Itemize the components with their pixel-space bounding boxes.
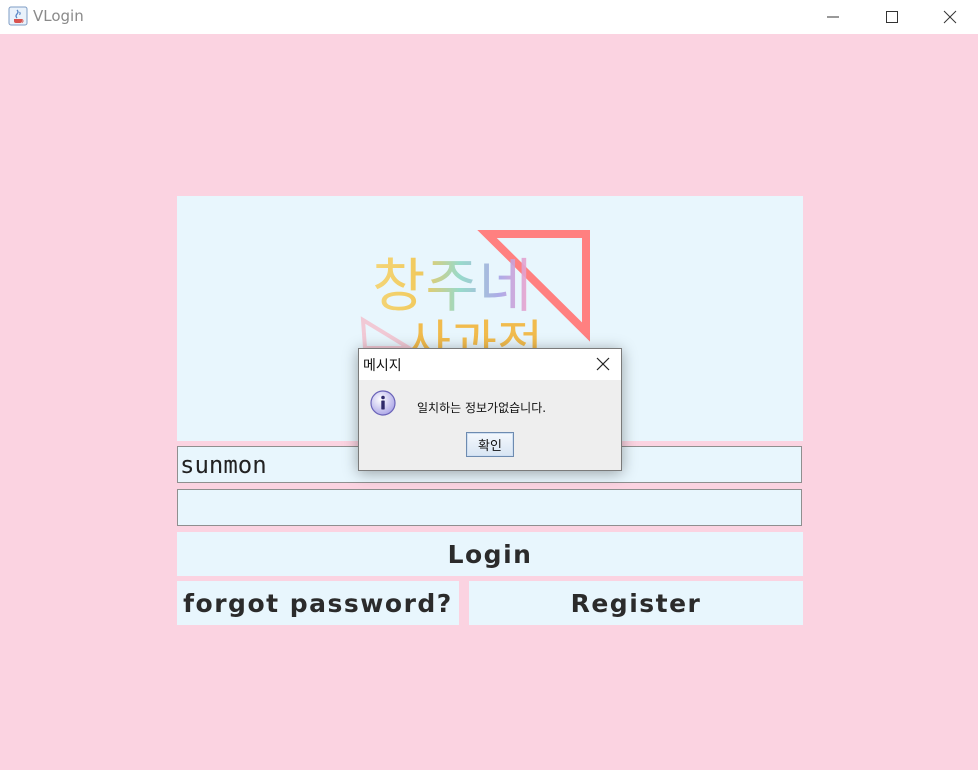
maximize-icon (886, 11, 898, 23)
message-dialog: 메시지 일치하는 정보가없습니다. 확인 (358, 348, 622, 471)
logo-text-line1: 창주네 (372, 252, 532, 320)
minimize-button[interactable] (804, 0, 862, 34)
close-window-button[interactable] (921, 0, 978, 34)
close-icon (943, 10, 957, 24)
ok-button[interactable]: 확인 (466, 432, 514, 457)
window-titlebar: VLogin (0, 0, 978, 34)
minimize-icon (827, 16, 839, 18)
password-input[interactable] (178, 490, 801, 525)
password-field[interactable] (177, 489, 802, 526)
java-app-icon (8, 6, 28, 26)
dialog-titlebar: 메시지 (359, 349, 621, 380)
register-button[interactable]: Register (469, 581, 803, 625)
dialog-title: 메시지 (363, 358, 402, 374)
close-icon (596, 357, 610, 371)
dialog-close-button[interactable] (595, 356, 611, 372)
window-title: VLogin (33, 7, 84, 25)
forgot-password-button[interactable]: forgot password? (177, 581, 459, 625)
dialog-message: 일치하는 정보가없습니다. (417, 401, 547, 415)
maximize-button[interactable] (863, 0, 921, 34)
login-button[interactable]: Login (177, 532, 803, 576)
info-icon (369, 389, 397, 417)
